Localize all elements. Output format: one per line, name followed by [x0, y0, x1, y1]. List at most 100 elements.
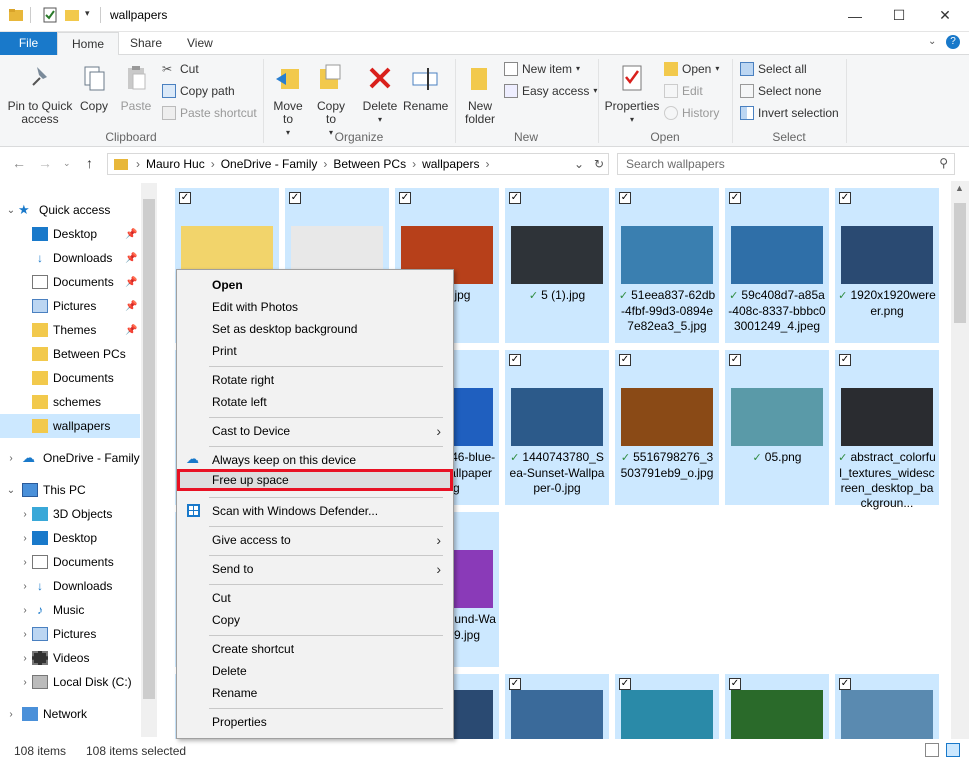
- file-tile[interactable]: ✓: [505, 674, 609, 739]
- large-icons-view-icon[interactable]: [946, 743, 960, 757]
- menu-item-cut[interactable]: Cut: [179, 587, 451, 609]
- sidebar-item-quick-access[interactable]: ⌄ ★ Quick access: [0, 198, 140, 222]
- content-scrollbar-thumb[interactable]: [954, 203, 966, 323]
- pin-icon[interactable]: 📌: [125, 325, 137, 336]
- selection-checkbox[interactable]: ✓: [839, 354, 851, 366]
- pin-icon[interactable]: 📌: [125, 301, 137, 312]
- help-icon[interactable]: ?: [946, 35, 960, 49]
- tab-file[interactable]: File: [0, 32, 57, 55]
- sidebar-item-pc-pictures[interactable]: › Pictures: [0, 622, 140, 646]
- selection-checkbox[interactable]: ✓: [839, 678, 851, 690]
- copy-to-button[interactable]: Copy to ▾: [311, 63, 351, 139]
- close-button[interactable]: ✕: [922, 0, 968, 31]
- sidebar-item-pc-desktop[interactable]: › Desktop: [0, 526, 140, 550]
- breadcrumb-item[interactable]: Mauro Huc: [146, 157, 205, 171]
- maximize-button[interactable]: ☐: [876, 0, 922, 31]
- refresh-icon[interactable]: ↻: [594, 157, 604, 171]
- expand-chevron-icon[interactable]: ›: [18, 533, 32, 544]
- expand-chevron-icon[interactable]: ›: [18, 581, 32, 592]
- selection-checkbox[interactable]: ✓: [729, 354, 741, 366]
- tab-home[interactable]: Home: [57, 32, 120, 56]
- sidebar-item-pc-documents[interactable]: › Documents: [0, 550, 140, 574]
- scroll-up-icon[interactable]: ▲: [955, 183, 964, 193]
- sidebar-item-onedrive[interactable]: › ☁ OneDrive - Family: [0, 446, 140, 470]
- selection-checkbox[interactable]: ✓: [399, 192, 411, 204]
- file-tile[interactable]: ✓: [615, 674, 719, 739]
- minimize-button[interactable]: —: [832, 0, 878, 31]
- file-tile[interactable]: ✓ ✓ 51eea837-62db-4fbf-99d3-0894e7e82ea3_…: [615, 188, 719, 343]
- back-arrow-icon[interactable]: ←: [12, 155, 26, 171]
- sidebar-item-between-pcs[interactable]: Between PCs: [0, 342, 140, 366]
- file-tile[interactable]: ✓ ✓ 5516798276_3503791eb9_o.jpg: [615, 350, 719, 505]
- expand-chevron-icon[interactable]: ›: [18, 605, 32, 616]
- expand-chevron-icon[interactable]: ›: [4, 453, 18, 464]
- menu-item-set-desktop-background[interactable]: Set as desktop background: [179, 318, 451, 340]
- menu-item-delete[interactable]: Delete: [179, 660, 451, 682]
- file-tile[interactable]: ✓ ✓ 05.png: [725, 350, 829, 505]
- selection-checkbox[interactable]: ✓: [509, 192, 521, 204]
- menu-item-create-shortcut[interactable]: Create shortcut: [179, 638, 451, 660]
- expand-chevron-icon[interactable]: ›: [18, 557, 32, 568]
- sidebar-item-documents[interactable]: Documents 📌: [0, 270, 140, 294]
- file-tile[interactable]: ✓: [725, 674, 829, 739]
- address-dropdown-icon[interactable]: ⌄: [574, 157, 584, 171]
- search-input[interactable]: Search wallpapers ⚲: [617, 153, 955, 175]
- select-all-button[interactable]: Select all: [740, 59, 807, 79]
- menu-item-free-up-space[interactable]: Free up space: [177, 469, 453, 491]
- expand-chevron-icon[interactable]: ⌄: [4, 205, 18, 216]
- sidebar-item-this-pc[interactable]: ⌄ This PC: [0, 478, 140, 502]
- sidebar-item-local-disk[interactable]: › Local Disk (C:): [0, 670, 140, 694]
- expand-chevron-icon[interactable]: ›: [18, 653, 32, 664]
- sidebar-item-downloads[interactable]: ↓ Downloads 📌: [0, 246, 140, 270]
- new-item-button[interactable]: New item ▾: [504, 59, 580, 79]
- properties-check-icon[interactable]: [42, 7, 58, 23]
- pin-to-quick-access-button[interactable]: Pin to Quick access: [4, 63, 76, 126]
- sidebar-item-themes[interactable]: Themes 📌: [0, 318, 140, 342]
- selection-checkbox[interactable]: ✓: [619, 192, 631, 204]
- breadcrumb-item[interactable]: wallpapers: [422, 157, 479, 171]
- selection-checkbox[interactable]: ✓: [619, 678, 631, 690]
- sidebar-item-music[interactable]: › ♪ Music: [0, 598, 140, 622]
- menu-item-send-to[interactable]: Send to ›: [179, 558, 451, 580]
- new-folder-button[interactable]: New folder: [460, 63, 500, 126]
- file-tile[interactable]: ✓ ✓ 1920x1920wereer.png: [835, 188, 939, 343]
- menu-item-properties[interactable]: Properties: [179, 711, 451, 733]
- tab-share[interactable]: Share: [116, 32, 176, 55]
- selection-checkbox[interactable]: ✓: [289, 192, 301, 204]
- menu-item-rename[interactable]: Rename: [179, 682, 451, 704]
- history-button[interactable]: History: [664, 103, 719, 123]
- selection-checkbox[interactable]: ✓: [509, 678, 521, 690]
- breadcrumb-item[interactable]: OneDrive - Family: [221, 157, 318, 171]
- open-button[interactable]: Open ▾: [664, 59, 719, 79]
- menu-item-give-access[interactable]: Give access to ›: [179, 529, 451, 551]
- new-folder-icon[interactable]: [64, 7, 80, 23]
- select-none-button[interactable]: Select none: [740, 81, 821, 101]
- menu-item-open[interactable]: Open: [179, 274, 451, 296]
- file-tile[interactable]: ✓ ✓ 59c408d7-a85a-408c-8337-bbbc03001249_…: [725, 188, 829, 343]
- pin-icon[interactable]: 📌: [125, 253, 137, 264]
- content-scrollbar[interactable]: ▲: [951, 181, 969, 739]
- sidebar-item-schemes[interactable]: schemes: [0, 390, 140, 414]
- expand-chevron-icon[interactable]: ›: [18, 677, 32, 688]
- selection-checkbox[interactable]: ✓: [729, 678, 741, 690]
- pin-icon[interactable]: 📌: [125, 277, 137, 288]
- sidebar-item-videos[interactable]: › Videos: [0, 646, 140, 670]
- file-tile[interactable]: ✓ ✓ 1440743780_Sea-Sunset-Wallpaper-0.jpg: [505, 350, 609, 505]
- delete-button[interactable]: Delete ▾: [360, 63, 400, 126]
- menu-item-copy[interactable]: Copy: [179, 609, 451, 631]
- rename-button[interactable]: Rename: [403, 63, 448, 113]
- selection-checkbox[interactable]: ✓: [839, 192, 851, 204]
- move-to-button[interactable]: Move to ▾: [268, 63, 308, 139]
- expand-chevron-icon[interactable]: ›: [18, 629, 32, 640]
- sidebar-item-network[interactable]: › Network: [0, 702, 140, 726]
- menu-item-always-keep[interactable]: Always keep on this device: [179, 449, 451, 471]
- selection-checkbox[interactable]: ✓: [509, 354, 521, 366]
- menu-item-rotate-left[interactable]: Rotate left: [179, 391, 451, 413]
- ribbon-expand-icon[interactable]: ⌄: [928, 36, 936, 47]
- quick-access-toolbar-dropdown-icon[interactable]: ▾: [85, 8, 90, 19]
- sidebar-item-documents-2[interactable]: Documents: [0, 366, 140, 390]
- tab-view[interactable]: View: [173, 32, 227, 55]
- sidebar-item-pc-downloads[interactable]: › ↓ Downloads: [0, 574, 140, 598]
- file-tile[interactable]: ✓ ✓ 5 (1).jpg: [505, 188, 609, 343]
- file-tile[interactable]: ✓: [835, 674, 939, 739]
